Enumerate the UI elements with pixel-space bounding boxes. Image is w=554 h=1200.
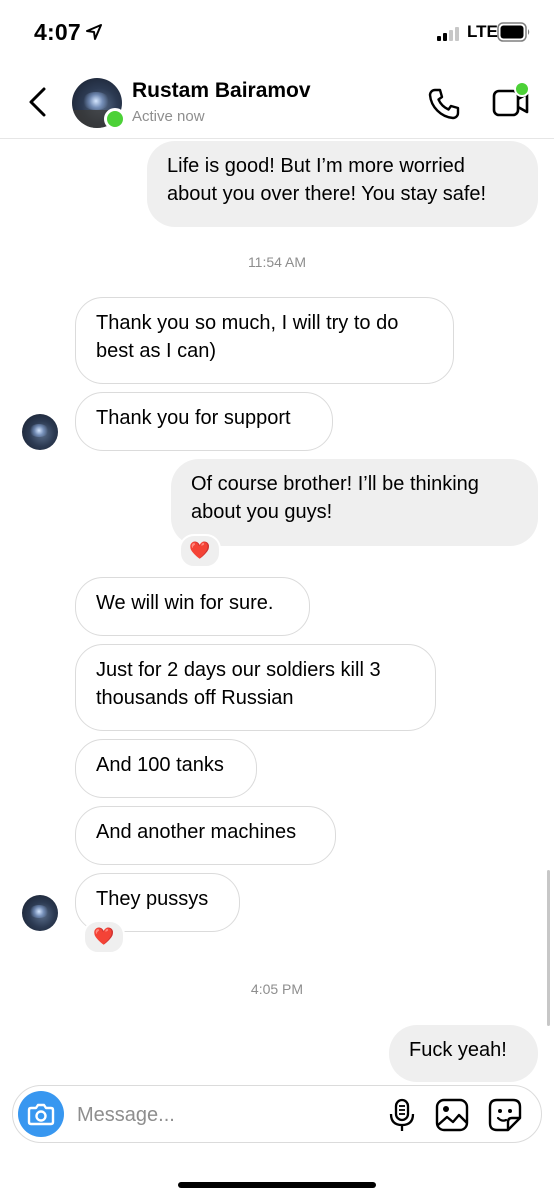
status-time: 4:07 bbox=[34, 19, 81, 45]
message-composer bbox=[12, 1085, 542, 1143]
camera-button[interactable] bbox=[18, 1091, 64, 1137]
sticker-icon[interactable] bbox=[488, 1098, 522, 1132]
network-label: LTE bbox=[467, 22, 498, 41]
microphone-icon[interactable] bbox=[387, 1098, 417, 1132]
battery-icon bbox=[497, 22, 530, 42]
received-message[interactable]: Just for 2 days our soldiers kill 3 thou… bbox=[75, 644, 436, 731]
heart-reaction-icon[interactable]: ❤️ bbox=[83, 920, 125, 954]
phone-icon[interactable] bbox=[426, 86, 462, 122]
sender-avatar[interactable] bbox=[22, 414, 58, 450]
home-indicator[interactable] bbox=[178, 1182, 376, 1188]
received-message[interactable]: And 100 tanks bbox=[75, 739, 257, 798]
heart-reaction-icon[interactable]: ❤️ bbox=[179, 534, 221, 568]
sender-avatar[interactable] bbox=[22, 895, 58, 931]
back-chevron-icon[interactable] bbox=[22, 84, 56, 120]
video-status-dot bbox=[514, 81, 530, 97]
location-arrow-icon bbox=[86, 24, 102, 40]
signal-icon bbox=[437, 27, 459, 41]
contact-name[interactable]: Rustam Bairamov bbox=[132, 79, 311, 103]
sent-message[interactable]: Fuck yeah! bbox=[389, 1025, 538, 1082]
received-message[interactable]: And another machines bbox=[75, 806, 336, 865]
timestamp: 11:54 AM bbox=[247, 254, 307, 270]
scrollbar[interactable] bbox=[547, 870, 550, 1026]
received-message[interactable]: Thank you for support bbox=[75, 392, 333, 451]
message-input[interactable] bbox=[75, 1099, 379, 1131]
status-bar: 4:07 LTE bbox=[0, 0, 554, 66]
received-message[interactable]: Thank you so much, I will try to do best… bbox=[75, 297, 454, 384]
received-message[interactable]: We will win for sure. bbox=[75, 577, 310, 636]
contact-status: Active now bbox=[132, 108, 205, 125]
chat-header: Rustam Bairamov Active now bbox=[0, 66, 554, 139]
sent-message[interactable]: Life is good! But I’m more worried about… bbox=[147, 141, 538, 227]
online-indicator bbox=[104, 108, 126, 130]
sent-message[interactable]: Of course brother! I’ll be thinking abou… bbox=[171, 459, 538, 546]
gallery-icon[interactable] bbox=[435, 1098, 469, 1132]
timestamp: 4:05 PM bbox=[250, 981, 304, 997]
camera-icon bbox=[27, 1103, 55, 1126]
